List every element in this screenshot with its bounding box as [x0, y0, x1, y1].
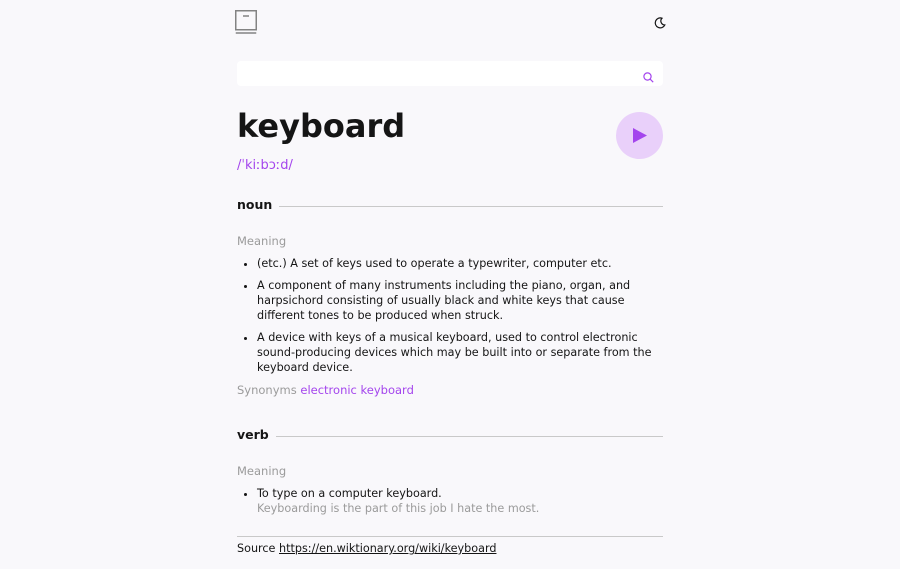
- part-of-speech-label: noun: [237, 197, 273, 212]
- play-audio-button[interactable]: [616, 112, 663, 159]
- search-bar: [237, 61, 663, 86]
- source-row: Source https://en.wiktionary.org/wiki/ke…: [237, 542, 496, 555]
- divider: [279, 206, 663, 207]
- header: [235, 0, 666, 48]
- definition-item: (etc.) A set of keys used to operate a t…: [257, 256, 663, 271]
- definition-item: A device with keys of a musical keyboard…: [257, 330, 663, 375]
- meaning-label: Meaning: [237, 464, 287, 478]
- footer-divider: [237, 536, 663, 537]
- definition-example: Keyboarding is the part of this job I ha…: [257, 502, 540, 515]
- word-title: keyboard: [237, 107, 406, 145]
- definition-list-noun: (etc.) A set of keys used to operate a t…: [237, 256, 663, 382]
- part-of-speech-noun: noun: [237, 197, 663, 215]
- definition-list-verb: To type on a computer keyboard. Keyboard…: [237, 486, 663, 523]
- book-icon: [235, 10, 257, 34]
- search-icon[interactable]: [643, 68, 654, 83]
- synonym-link[interactable]: electronic keyboard: [300, 383, 414, 397]
- source-link[interactable]: https://en.wiktionary.org/wiki/keyboard: [279, 542, 496, 555]
- search-input[interactable]: [247, 61, 637, 86]
- definition-item: A component of many instruments includin…: [257, 278, 663, 323]
- definition-text: To type on a computer keyboard.: [257, 487, 442, 500]
- play-icon: [633, 128, 647, 143]
- moon-icon[interactable]: [653, 15, 667, 29]
- phonetic-text: /ˈkiːbɔːd/: [237, 158, 293, 173]
- part-of-speech-verb: verb: [237, 427, 663, 445]
- part-of-speech-label: verb: [237, 427, 269, 442]
- meaning-label: Meaning: [237, 234, 287, 248]
- dictionary-page: keyboard /ˈkiːbɔːd/ noun Meaning (etc.) …: [235, 0, 666, 555]
- divider: [276, 436, 663, 437]
- source-label: Source: [237, 542, 276, 555]
- definition-item: To type on a computer keyboard. Keyboard…: [257, 486, 663, 516]
- synonyms-row: Synonyms electronic keyboard: [237, 383, 414, 397]
- synonyms-label: Synonyms: [237, 383, 297, 397]
